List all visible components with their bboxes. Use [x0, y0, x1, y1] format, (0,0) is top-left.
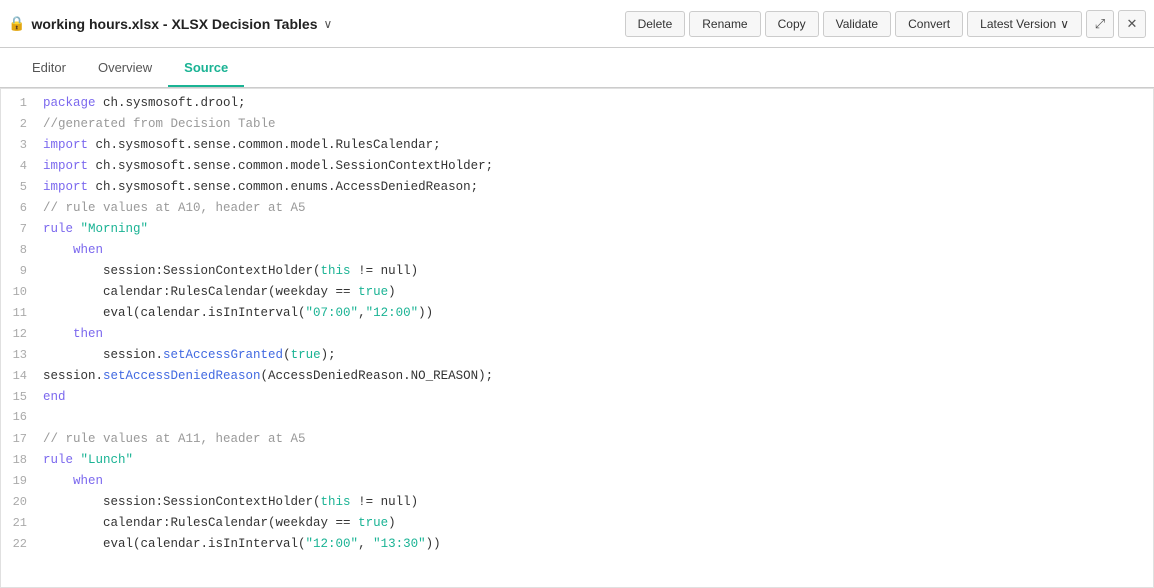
- title-bar: 🔒 working hours.xlsx - XLSX Decision Tab…: [0, 0, 1154, 48]
- table-row: 4 import ch.sysmosoft.sense.common.model…: [1, 156, 1153, 177]
- title-bar-buttons: Delete Rename Copy Validate Convert Late…: [625, 10, 1146, 38]
- tab-overview[interactable]: Overview: [82, 50, 168, 87]
- rename-button[interactable]: Rename: [689, 11, 760, 37]
- expand-button[interactable]: ⤢: [1086, 10, 1114, 38]
- table-row: 20 session:SessionContextHolder(this != …: [1, 492, 1153, 513]
- convert-button[interactable]: Convert: [895, 11, 963, 37]
- copy-button[interactable]: Copy: [765, 11, 819, 37]
- table-row: 10 calendar:RulesCalendar(weekday == tru…: [1, 282, 1153, 303]
- table-row: 12 then: [1, 324, 1153, 345]
- table-row: 9 session:SessionContextHolder(this != n…: [1, 261, 1153, 282]
- validate-button[interactable]: Validate: [823, 11, 891, 37]
- table-row: 22 eval(calendar.isInInterval("12:00", "…: [1, 534, 1153, 555]
- close-button[interactable]: ✕: [1118, 10, 1146, 38]
- latest-version-button[interactable]: Latest Version ∨: [967, 11, 1082, 37]
- table-row: 11 eval(calendar.isInInterval("07:00","1…: [1, 303, 1153, 324]
- page-title: working hours.xlsx - XLSX Decision Table…: [31, 16, 317, 32]
- table-row: 14 session.setAccessDeniedReason(AccessD…: [1, 366, 1153, 387]
- table-row: 15 end: [1, 387, 1153, 408]
- table-row: 3 import ch.sysmosoft.sense.common.model…: [1, 135, 1153, 156]
- delete-button[interactable]: Delete: [625, 11, 686, 37]
- table-row: 6 // rule values at A10, header at A5: [1, 198, 1153, 219]
- table-row: 18 rule "Lunch": [1, 450, 1153, 471]
- table-row: 13 session.setAccessGranted(true);: [1, 345, 1153, 366]
- title-bar-left: 🔒 working hours.xlsx - XLSX Decision Tab…: [8, 15, 625, 32]
- tab-editor[interactable]: Editor: [16, 50, 82, 87]
- tab-source[interactable]: Source: [168, 50, 244, 87]
- code-editor[interactable]: 1 package ch.sysmosoft.drool; 2 //genera…: [0, 88, 1154, 588]
- table-row: 16: [1, 408, 1153, 429]
- table-row: 1 package ch.sysmosoft.drool;: [1, 93, 1153, 114]
- lock-icon: 🔒: [8, 15, 25, 32]
- table-row: 21 calendar:RulesCalendar(weekday == tru…: [1, 513, 1153, 534]
- tab-bar: Editor Overview Source: [0, 48, 1154, 88]
- table-row: 19 when: [1, 471, 1153, 492]
- table-row: 7 rule "Morning": [1, 219, 1153, 240]
- table-row: 8 when: [1, 240, 1153, 261]
- table-row: 17 // rule values at A11, header at A5: [1, 429, 1153, 450]
- title-dropdown-arrow[interactable]: ∨: [323, 17, 332, 31]
- table-row: 2 //generated from Decision Table: [1, 114, 1153, 135]
- table-row: 5 import ch.sysmosoft.sense.common.enums…: [1, 177, 1153, 198]
